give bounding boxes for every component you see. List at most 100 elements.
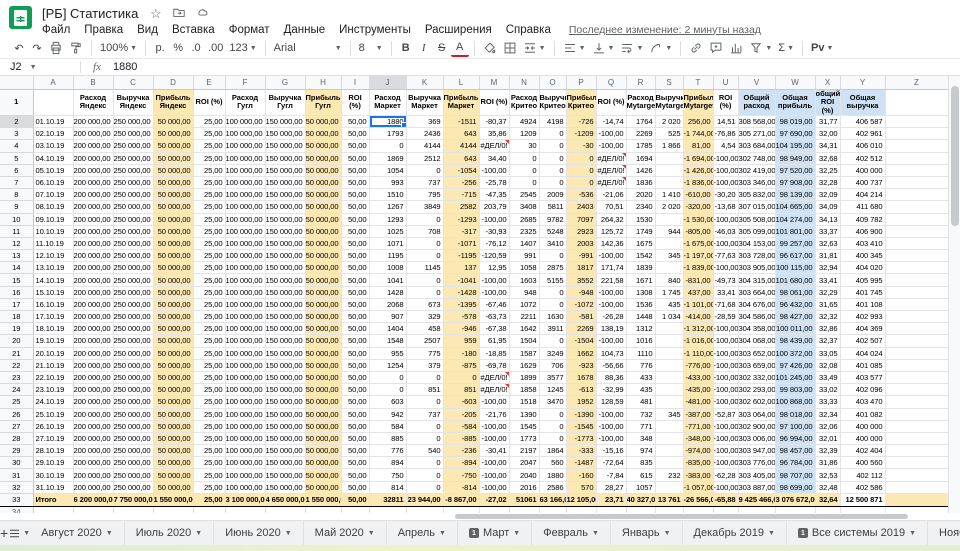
cell[interactable]: -71,68 <box>713 298 738 310</box>
cell[interactable]: 1072 <box>509 298 539 310</box>
cell[interactable]: 948 <box>509 286 539 298</box>
cell-date[interactable]: 14.10.19 <box>33 274 73 286</box>
cell[interactable]: 50,00 <box>341 237 369 249</box>
cell[interactable]: 402 112 <box>840 469 885 481</box>
column-header-W[interactable]: W <box>775 76 815 89</box>
cell[interactable]: 50 000,00 <box>305 140 341 152</box>
menu-8[interactable]: Справка <box>500 24 557 36</box>
cell[interactable]: -1 839,00 <box>683 262 713 274</box>
cell[interactable]: 0 <box>369 384 406 396</box>
cell[interactable]: 1308 <box>626 286 655 298</box>
sheet-tab-6[interactable]: Февраль▼ <box>532 521 611 545</box>
cell[interactable]: 0 <box>369 140 406 152</box>
total-cell[interactable]: -65,88 <box>713 493 738 506</box>
cell[interactable]: 34,31 <box>815 140 840 152</box>
row-header-1[interactable]: 1 <box>0 89 33 116</box>
cell[interactable]: 405 995 <box>840 274 885 286</box>
cell[interactable] <box>539 506 566 513</box>
cell[interactable]: 1545 <box>509 420 539 432</box>
total-cell[interactable]: 63 166,00 <box>539 493 566 506</box>
cell[interactable]: 50,00 <box>341 152 369 164</box>
sheet-tab-5[interactable]: 1Март▼ <box>458 521 532 545</box>
cell[interactable]: 250 000,00 <box>113 335 153 347</box>
cell[interactable]: 96 994,00 <box>775 432 815 444</box>
cell[interactable]: 250 000,00 <box>113 274 153 286</box>
cell[interactable]: 12,95 <box>479 262 509 274</box>
menu-6[interactable]: Инструменты <box>333 24 417 36</box>
cell[interactable]: -991 <box>566 250 596 262</box>
cell[interactable]: 150 000,00 <box>265 164 305 176</box>
cell-date[interactable]: 06.10.19 <box>33 176 73 188</box>
cell[interactable]: 128,59 <box>596 396 626 408</box>
cell[interactable]: 250 000,00 <box>113 164 153 176</box>
cell[interactable]: 25,00 <box>193 481 225 493</box>
cell[interactable]: 250 000,00 <box>113 384 153 396</box>
cell[interactable]: 104 274,00 <box>775 213 815 225</box>
cloud-saved-icon[interactable] <box>195 6 210 22</box>
cell[interactable]: 32,39 <box>815 445 840 457</box>
cell[interactable]: 32,48 <box>815 481 840 493</box>
cell[interactable]: 50,00 <box>341 311 369 323</box>
cell[interactable]: 50 000,00 <box>153 311 193 323</box>
cell[interactable]: 97 100,00 <box>775 420 815 432</box>
cell[interactable]: 0 <box>509 164 539 176</box>
cell[interactable]: -100,00 <box>713 371 738 383</box>
cell[interactable]: 0 <box>539 298 566 310</box>
cell[interactable]: 1071 <box>369 237 406 249</box>
cell[interactable]: 302 748,00 <box>738 152 775 164</box>
cell[interactable]: 250 000,00 <box>113 420 153 432</box>
cell[interactable]: -1 016,00 <box>683 335 713 347</box>
cell[interactable]: 795 <box>406 189 443 201</box>
cell[interactable]: -1487 <box>566 457 596 469</box>
cell[interactable]: -100,00 <box>479 469 509 481</box>
cell[interactable]: 150 000,00 <box>265 213 305 225</box>
cell[interactable]: 303 659,00 <box>738 359 775 371</box>
cell[interactable] <box>885 371 948 383</box>
cell[interactable]: -100,00 <box>713 164 738 176</box>
cell[interactable]: -776,00 <box>683 359 713 371</box>
cell[interactable]: 100 000,00 <box>225 164 265 176</box>
row-header-26[interactable]: 26 <box>0 408 33 420</box>
cell[interactable] <box>885 323 948 335</box>
cell[interactable]: -348,00 <box>683 432 713 444</box>
cell[interactable]: 50 000,00 <box>305 225 341 237</box>
cell[interactable]: 50 000,00 <box>153 445 193 457</box>
cell[interactable]: 50 000,00 <box>153 274 193 286</box>
cell[interactable] <box>566 506 596 513</box>
cell[interactable]: 70,51 <box>596 201 626 213</box>
column-title[interactable]: ROI (%) <box>596 89 626 116</box>
cell[interactable]: 150 000,00 <box>265 323 305 335</box>
cell[interactable]: 603 <box>369 396 406 408</box>
cell[interactable]: 1785 <box>626 140 655 152</box>
cell[interactable]: 50 000,00 <box>153 116 193 128</box>
cell[interactable]: 50 000,00 <box>153 408 193 420</box>
cell[interactable]: 955 <box>369 347 406 359</box>
cell[interactable]: 2923 <box>566 225 596 237</box>
cell[interactable]: 50,00 <box>341 420 369 432</box>
cell[interactable]: 2 020 <box>655 116 683 128</box>
cell[interactable]: 1 410 <box>655 189 683 201</box>
cell[interactable]: 0 <box>566 164 596 176</box>
cell[interactable]: 403 470 <box>840 396 885 408</box>
row-header-7[interactable]: 7 <box>0 176 33 188</box>
column-header-K[interactable]: K <box>406 76 443 89</box>
cell[interactable]: -946 <box>443 323 479 335</box>
cell[interactable]: -1 530,00 <box>683 213 713 225</box>
cell[interactable]: 50,00 <box>341 335 369 347</box>
column-header-G[interactable]: G <box>265 76 305 89</box>
cell[interactable] <box>885 335 948 347</box>
cell[interactable] <box>655 359 683 371</box>
star-icon[interactable]: ☆ <box>150 6 162 22</box>
row-header-2[interactable]: 2 <box>0 116 33 128</box>
cell[interactable]: 100 000,00 <box>225 176 265 188</box>
cell[interactable] <box>775 506 815 513</box>
cell[interactable] <box>265 506 305 513</box>
cell[interactable]: 4144 <box>406 140 443 152</box>
column-title[interactable]: ROI (%) <box>713 89 738 116</box>
cell[interactable]: 250 000,00 <box>113 298 153 310</box>
cell[interactable]: 150 000,00 <box>265 335 305 347</box>
cell[interactable]: 1749 <box>626 225 655 237</box>
column-title[interactable]: Общая выручка <box>840 89 885 116</box>
menu-4[interactable]: Формат <box>223 24 276 36</box>
cell[interactable]: 98 018,00 <box>775 408 815 420</box>
